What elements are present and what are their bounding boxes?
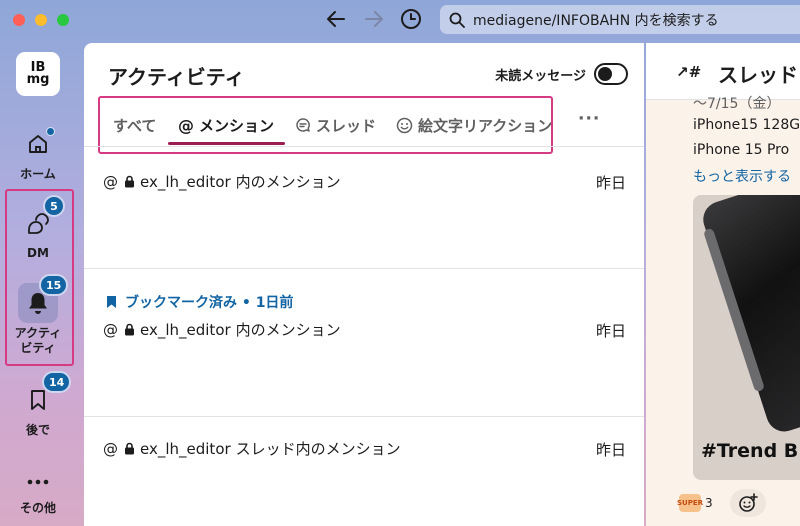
- search-placeholder: mediagene/INFOBAHN 内を検索する: [473, 12, 719, 29]
- search-icon: [449, 12, 465, 28]
- arrow-right-icon: [365, 11, 383, 27]
- unread-toggle-row: 未読メッセージ: [495, 63, 628, 85]
- tab-all[interactable]: すべて: [113, 98, 156, 152]
- list-item[interactable]: @ ex_lh_editor 内のメンション 昨日: [84, 147, 644, 269]
- tab-all-label: すべて: [113, 116, 157, 135]
- tab-threads-label: スレッド: [316, 116, 377, 135]
- row-date: 昨日: [595, 441, 626, 459]
- sidebar-item-activity-label: アクティ ビティ: [15, 326, 62, 356]
- row-text: 内のメンション: [235, 173, 341, 191]
- lock-icon: [124, 175, 135, 188]
- mention-icon: @: [103, 320, 118, 339]
- sidebar-item-home-label: ホーム: [20, 167, 56, 181]
- zoom-window-button[interactable]: [57, 14, 69, 26]
- bookmark-icon: [31, 390, 45, 410]
- sidebar-item-more[interactable]: その他: [0, 462, 76, 516]
- reaction-pill[interactable]: SUPER 3: [673, 489, 719, 517]
- bookmark-filled-icon: [107, 296, 116, 308]
- later-icon-wrap: 14: [18, 371, 72, 420]
- activity-badge: 15: [39, 274, 69, 296]
- row-summary: @ ex_lh_editor 内のメンション: [103, 319, 341, 340]
- row-bookmark-text: ブックマーク済み • 1日前: [125, 295, 294, 311]
- thread-text-line1: 〜7/15（金）: [693, 96, 781, 112]
- sidebar-item-activity[interactable]: 15 アクティ ビティ: [0, 274, 76, 356]
- thread-show-more-link[interactable]: もっと表示する: [693, 166, 791, 186]
- lock-icon: [124, 323, 135, 336]
- home-unread-dot: [46, 127, 55, 136]
- activity-icon-wrap: 15: [18, 274, 69, 323]
- row-summary: @ ex_lh_editor 内のメンション: [103, 171, 341, 192]
- tab-reactions-label: 絵文字リアクション: [418, 116, 553, 135]
- tab-threads[interactable]: スレッド: [295, 98, 376, 152]
- image-caption: #Trend B: [701, 440, 799, 462]
- sidebar-item-home[interactable]: ホーム: [0, 124, 76, 182]
- unread-label: 未読メッセージ: [495, 68, 586, 84]
- thread-title: スレッド: [718, 63, 798, 87]
- sidebar-item-later[interactable]: 14 後で: [0, 371, 76, 438]
- back-button[interactable]: [322, 6, 350, 32]
- row-date: 昨日: [595, 322, 626, 340]
- thread-text-line2: iPhone15 128G: [693, 117, 800, 133]
- thread-icon: [295, 117, 311, 133]
- later-badge: 14: [42, 371, 72, 393]
- more-tabs-button[interactable]: ···: [578, 109, 600, 129]
- sidebar-item-dm[interactable]: 5 DM: [0, 195, 76, 261]
- add-reaction-button[interactable]: [730, 489, 766, 517]
- sidebar-item-dm-label: DM: [27, 246, 49, 260]
- home-icon-wrap: [18, 124, 58, 164]
- at-icon: @: [178, 115, 194, 135]
- row-channel: ex_lh_editor: [140, 439, 231, 458]
- tab-reactions[interactable]: 絵文字リアクション: [396, 98, 552, 152]
- workspace-logo[interactable]: IB mg: [16, 52, 60, 96]
- tab-mentions-label: メンション: [199, 116, 275, 135]
- home-icon: [29, 135, 47, 153]
- reaction-count: 3: [705, 496, 713, 510]
- search-input[interactable]: mediagene/INFOBAHN 内を検索する: [440, 5, 800, 34]
- row-text: 内のメンション: [235, 321, 341, 339]
- page-title: アクティビティ: [108, 65, 245, 89]
- dm-icon-wrap: 5: [18, 195, 65, 243]
- row-bookmark-status: ブックマーク済み • 1日前: [106, 292, 293, 312]
- mention-icon: @: [103, 172, 118, 191]
- list-item[interactable]: @ ex_lh_editor スレッド内のメンション 昨日: [84, 417, 644, 526]
- thread-text-line3: iPhone 15 Pro: [693, 142, 790, 158]
- thread-image[interactable]: #Trend B: [693, 195, 800, 480]
- activity-label-line2: ビティ: [20, 341, 56, 355]
- sidebar-item-later-label: 後で: [25, 423, 50, 437]
- row-channel: ex_lh_editor: [140, 320, 231, 339]
- close-window-button[interactable]: [13, 14, 25, 26]
- thread-hash-icon: ↗#: [676, 63, 702, 81]
- mention-icon: @: [103, 439, 118, 458]
- arrow-left-icon: [327, 11, 345, 27]
- lock-icon: [124, 442, 135, 455]
- tab-active-underline: [168, 142, 285, 145]
- add-emoji-icon: [739, 493, 758, 512]
- ellipsis-icon: [27, 479, 49, 485]
- more-icon-wrap: [18, 462, 58, 502]
- workspace-logo-line2: mg: [26, 72, 50, 87]
- title-bar: mediagene/INFOBAHN 内を検索する: [0, 0, 800, 42]
- list-item[interactable]: ブックマーク済み • 1日前 @ ex_lh_editor 内のメンション 昨日: [84, 269, 644, 417]
- clock-icon: [401, 9, 421, 29]
- minimize-window-button[interactable]: [35, 14, 47, 26]
- activity-panel: アクティビティ 未読メッセージ すべて @ メンション スレッド 絵文字リアクシ…: [84, 43, 644, 526]
- thread-pane: ↗# スレッド 〜7/15（金） iPhone15 128G iPhone 15…: [646, 43, 800, 526]
- dm-badge: 5: [43, 195, 65, 217]
- sidebar-item-more-label: その他: [19, 501, 56, 515]
- row-text: スレッド内のメンション: [235, 440, 401, 458]
- unread-toggle[interactable]: [594, 63, 628, 85]
- super-emoji-icon: SUPER: [677, 494, 703, 512]
- activity-label-line1: アクティ: [14, 326, 62, 340]
- history-button[interactable]: [397, 6, 425, 32]
- thread-header: ↗# スレッド: [646, 43, 800, 100]
- forward-button[interactable]: [360, 6, 388, 32]
- smiley-icon: [396, 117, 413, 134]
- row-channel: ex_lh_editor: [140, 172, 231, 191]
- row-summary: @ ex_lh_editor スレッド内のメンション: [103, 438, 401, 459]
- row-date: 昨日: [595, 174, 626, 192]
